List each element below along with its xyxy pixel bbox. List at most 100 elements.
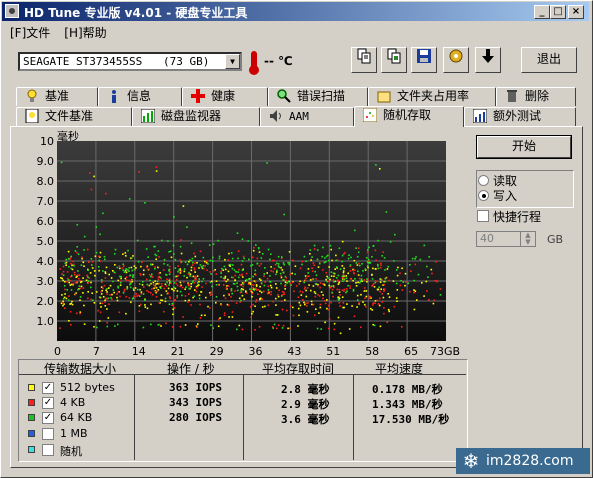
series-checkbox-checked[interactable]: ✓ <box>42 412 54 424</box>
scatter-point <box>273 267 276 270</box>
tab-file-benchmark[interactable]: 文件基准 <box>16 107 132 126</box>
scatter-point <box>186 263 189 266</box>
scatter-point <box>303 255 306 258</box>
scatter-point <box>372 323 374 326</box>
tab-benchmark[interactable]: 基准 <box>16 87 98 106</box>
scatter-point <box>250 316 252 318</box>
scatter-point <box>283 263 285 266</box>
scatter-point <box>125 312 127 315</box>
quick-stroke-size-input[interactable]: 40 ▲ ▼ <box>476 231 536 247</box>
download-button[interactable] <box>475 47 501 73</box>
tab-label: 磁盘监视器 <box>161 109 222 123</box>
scatter-point <box>190 242 193 244</box>
scatter-point <box>352 279 354 282</box>
quick-stroke-checkbox[interactable] <box>477 210 489 222</box>
menu-help[interactable]: [H]帮助 <box>56 22 112 41</box>
scatter-point <box>275 314 277 316</box>
series-checkbox[interactable] <box>42 444 54 456</box>
scatter-point <box>160 283 163 285</box>
title-bar[interactable]: HD Tune 专业版 v4.01 - 硬盘专业工具 _ □ × <box>2 2 589 21</box>
scatter-point <box>160 287 162 289</box>
write-label[interactable]: 写入 <box>493 187 517 204</box>
scatter-point <box>289 305 292 307</box>
scatter-point <box>372 302 374 305</box>
chart-doc-icon <box>472 108 488 124</box>
scatter-point <box>156 290 159 293</box>
series-checkbox[interactable] <box>42 428 54 440</box>
scatter-point <box>212 256 214 259</box>
menu-file[interactable]: [F]文件 <box>2 22 56 41</box>
spinner-arrows-icon[interactable]: ▲ ▼ <box>520 232 535 246</box>
scatter-point <box>167 287 170 290</box>
scatter-point <box>238 297 241 300</box>
scatter-point <box>113 253 116 255</box>
tab-error-scan[interactable]: 错误扫描 <box>268 87 368 106</box>
scatter-point <box>384 288 386 291</box>
write-radio[interactable] <box>478 190 489 201</box>
read-radio[interactable] <box>478 175 489 186</box>
scatter-point <box>200 291 202 293</box>
scatter-point <box>237 271 239 273</box>
scatter-point <box>224 277 226 279</box>
scatter-point <box>371 273 373 276</box>
tab-health[interactable]: 健康 <box>182 87 268 106</box>
start-button[interactable]: 开始 <box>476 135 572 159</box>
scatter-point <box>89 172 91 174</box>
scatter-point <box>176 296 178 299</box>
tab-extra-tests[interactable]: 额外测试 <box>464 107 576 126</box>
scatter-point <box>395 297 398 299</box>
scatter-point <box>339 294 341 296</box>
scatter-point <box>60 161 63 164</box>
scatter-point <box>237 276 240 279</box>
copy-image-button[interactable] <box>381 47 407 73</box>
scatter-point <box>110 297 112 299</box>
tab-erase[interactable]: 删除 <box>496 87 576 106</box>
scatter-point <box>165 290 168 292</box>
scatter-point <box>200 314 203 317</box>
scatter-point <box>360 293 362 296</box>
minimize-button[interactable]: _ <box>534 5 550 19</box>
series-checkbox-checked[interactable]: ✓ <box>42 397 54 409</box>
scatter-point <box>426 265 428 268</box>
scatter-point <box>190 266 193 269</box>
series-checkbox-checked[interactable]: ✓ <box>42 382 54 394</box>
tab-disk-monitor[interactable]: 磁盘监视器 <box>132 107 260 126</box>
scatter-point <box>215 301 217 304</box>
tab-folder-usage[interactable]: 文件夹占用率 <box>368 87 496 106</box>
scatter-point <box>231 292 233 295</box>
copy-text-button[interactable] <box>351 47 377 73</box>
quick-stroke-label[interactable]: 快捷行程 <box>493 208 541 225</box>
scatter-point <box>345 277 348 280</box>
scatter-point <box>101 302 104 305</box>
scatter-point <box>355 285 358 287</box>
scatter-point <box>209 259 212 262</box>
drive-select[interactable]: SEAGATE ST373455SS (73 GB) ▼ <box>18 52 242 71</box>
scatter-point <box>240 299 242 302</box>
options-button[interactable] <box>443 47 469 73</box>
scatter-point <box>171 326 174 328</box>
scatter-point <box>180 252 183 255</box>
scatter-point <box>241 273 243 276</box>
scatter-point <box>133 265 136 267</box>
scatter-point <box>284 284 287 286</box>
tab-aam[interactable]: AAM <box>260 107 354 126</box>
scatter-point <box>77 274 80 276</box>
scatter-point <box>342 306 344 309</box>
scatter-point <box>231 311 234 313</box>
tab-random-access[interactable]: 随机存取 <box>354 106 464 127</box>
exit-button[interactable]: 退出 <box>521 47 577 73</box>
maximize-button[interactable]: □ <box>550 5 566 19</box>
tab-info[interactable]: 信息 <box>98 87 182 106</box>
scatter-point <box>201 280 203 283</box>
scatter-point <box>103 284 106 287</box>
dropdown-arrow-icon[interactable]: ▼ <box>225 54 240 69</box>
scatter-point <box>150 282 152 285</box>
scatter-point <box>247 283 250 285</box>
close-button[interactable]: × <box>568 5 584 19</box>
scatter-point <box>322 294 324 296</box>
row-label: 1 MB <box>60 427 88 440</box>
scatter-point <box>281 269 284 271</box>
scatter-svg <box>57 141 446 341</box>
save-button[interactable] <box>411 47 437 73</box>
scatter-point <box>288 251 291 253</box>
